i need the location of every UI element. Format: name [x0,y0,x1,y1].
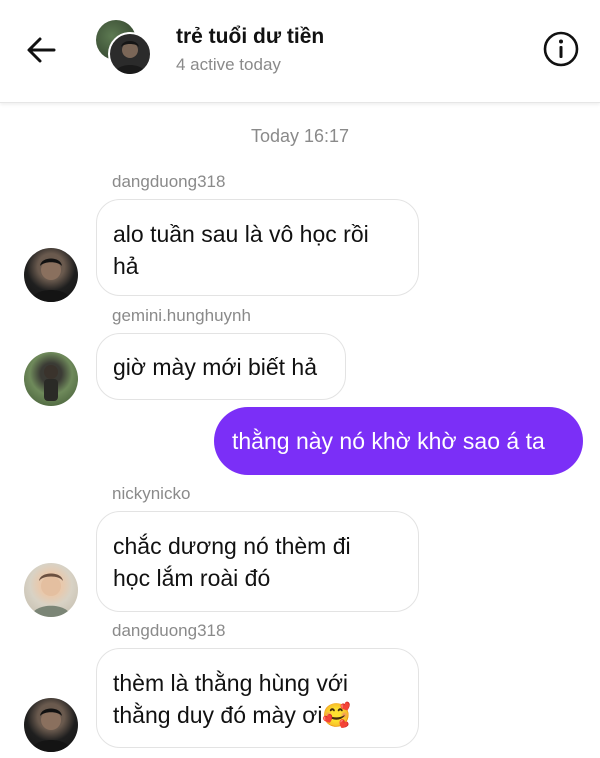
message-bubble-incoming[interactable]: chắc dương nó thèm đi học lắm roài đó [96,511,419,612]
message-line: alo tuần sau là vô học rồi [113,221,369,247]
active-status: 4 active today [176,55,281,74]
message-line: học lắm roài đó [113,565,271,591]
group-avatar[interactable] [96,20,152,76]
message-line: giờ mày mới biết hả [113,354,318,380]
message-line: thằng này nó khờ khờ sao á ta [232,428,545,454]
message-line: thèm là thằng hùng với [113,670,349,696]
message-line: hả [113,253,139,279]
avatar[interactable] [24,352,78,406]
message-line: thằng duy đó mày ơi🥰 [113,702,352,728]
avatar[interactable] [24,248,78,302]
message-line: chắc dương nó thèm đi [113,533,351,559]
message-bubble-incoming[interactable]: giờ mày mới biết hả [96,333,346,400]
avatar[interactable] [24,563,78,617]
chat-header: trẻ tuổi dư tiền 4 active today [0,0,600,103]
sender-name: dangduong318 [112,172,226,191]
avatar[interactable] [24,698,78,752]
info-icon[interactable] [542,30,580,68]
sender-name: dangduong318 [112,621,226,640]
group-avatar-front [108,32,152,76]
chat-title[interactable]: trẻ tuổi dư tiền [176,25,324,49]
message-bubble-incoming[interactable]: alo tuần sau là vô học rồi hả [96,199,419,296]
message-bubble-outgoing[interactable]: thằng này nó khờ khờ sao á ta [214,407,583,475]
message-timestamp: Today 16:17 [250,126,350,146]
back-arrow-icon[interactable] [24,32,60,68]
message-bubble-incoming[interactable]: thèm là thằng hùng với thằng duy đó mày … [96,648,419,748]
sender-name: gemini.hunghuynh [112,306,251,325]
sender-name: nickynicko [112,484,191,503]
